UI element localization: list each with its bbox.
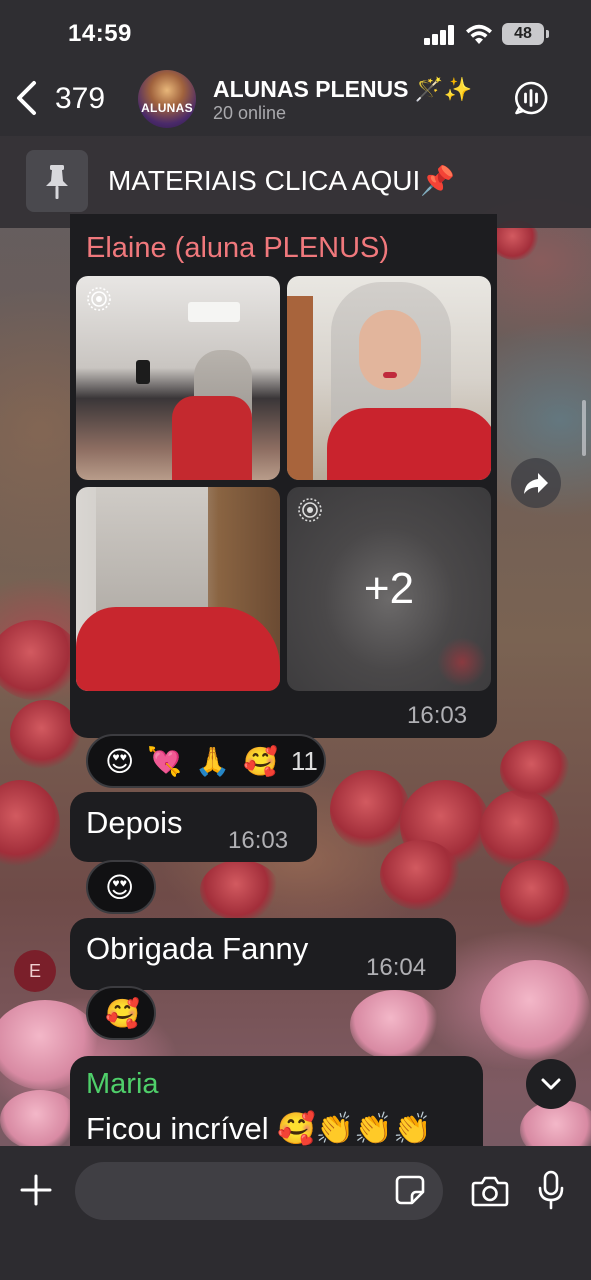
reaction-emoji: 😍 [105,870,135,904]
wifi-icon [466,24,492,44]
pin-icon [46,165,68,199]
sender-name[interactable]: Elaine (aluna PLENUS) [86,232,389,265]
mic-icon[interactable] [536,1170,566,1210]
scroll-indicator[interactable] [582,400,586,456]
status-time: 14:59 [68,20,132,47]
online-count: 20 online [213,103,287,123]
message-text: Ficou incrível 🥰👏👏👏 [86,1111,432,1146]
message-time: 16:03 [228,827,289,854]
message-time: 16:04 [366,954,427,981]
reaction-emoji: 🥰 [242,744,278,778]
share-button[interactable] [511,458,561,508]
sticker-icon[interactable] [394,1174,426,1206]
text-message-bubble[interactable]: Obrigada Fanny 16:04 [70,918,456,990]
message-text: Obrigada Fanny [86,931,309,966]
chat-header: 379 ALUNAS ALUNAS PLENUS 🪄✨ 20 online [0,66,591,136]
media-photo-2[interactable] [287,276,491,480]
reaction-emoji: 💘 [147,744,183,778]
group-title[interactable]: ALUNAS PLENUS 🪄✨ [213,76,472,103]
reaction-group[interactable]: 🥰 [86,986,156,1040]
message-time: 16:03 [407,702,468,729]
message-input[interactable] [75,1162,443,1220]
text-message-bubble[interactable]: Maria Ficou incrível 🥰👏👏👏 [70,1056,483,1156]
sender-name[interactable]: Maria [86,1068,159,1101]
pin-thumbnail [26,150,88,212]
chevron-down-icon [541,1078,561,1090]
reaction-emoji: 🙏 [195,744,230,778]
signal-icon [424,25,456,45]
media-photo-1[interactable] [76,276,280,480]
plus-icon[interactable] [18,1172,54,1208]
back-chevron-icon [17,81,36,115]
reaction-emoji: 😍 [105,744,135,778]
reaction-group[interactable]: 😍 [86,860,156,914]
share-icon [524,473,548,494]
live-photo-icon [87,287,111,311]
message-text: Depois [86,805,183,840]
pinned-message-text: MATERIAIS CLICA AQUI📌 [108,165,456,196]
group-avatar[interactable]: ALUNAS [138,70,196,128]
battery-icon: 48 [502,23,549,45]
scroll-down-button[interactable] [526,1059,576,1109]
media-photo-3[interactable] [76,487,280,691]
sender-avatar[interactable]: E [14,950,56,992]
camera-icon[interactable] [471,1174,509,1208]
avatar-label: ALUNAS [141,101,193,115]
text-message-bubble[interactable]: Depois 16:03 [70,792,317,862]
voice-chat-icon[interactable] [513,80,549,116]
message-input-bar [0,1146,591,1280]
unread-count: 379 [55,82,106,115]
more-media-count: +2 [363,564,415,613]
media-more-tile[interactable]: +2 [287,487,491,691]
back-button[interactable]: 379 [12,74,122,122]
media-message-bubble[interactable]: Elaine (aluna PLENUS) +2 16:03 [70,214,497,738]
reaction-group[interactable]: 😍 💘 🙏 🥰 11 [86,734,326,788]
status-bar: 14:59 48 [0,0,591,66]
reaction-count: 11 [290,745,318,776]
reaction-emoji: 🥰 [105,996,140,1030]
